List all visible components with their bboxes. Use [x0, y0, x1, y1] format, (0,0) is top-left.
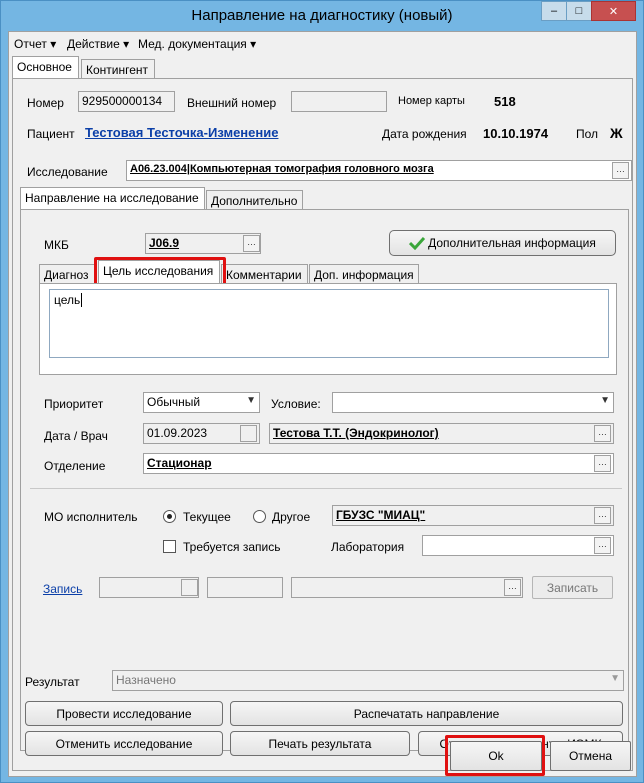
divider: [30, 488, 622, 489]
record-required-checkbox[interactable]: [163, 540, 176, 553]
birth-label: Дата рождения: [382, 127, 467, 141]
highlight-ok-button: [445, 735, 545, 776]
laboratory-field[interactable]: [422, 535, 614, 556]
record-browse-icon: …: [504, 579, 521, 596]
result-select: Назначено ▼: [112, 670, 624, 691]
doctor-field[interactable]: Тестова Т.Т. (Эндокринолог): [269, 423, 614, 444]
chevron-down-icon: ▼: [610, 673, 620, 684]
calendar-icon[interactable]: [240, 425, 257, 442]
record-slot-field: [291, 577, 523, 598]
chevron-down-icon: ▼: [600, 395, 610, 406]
minimize-button[interactable]: –: [541, 1, 567, 21]
mkb-label: МКБ: [44, 238, 69, 252]
extra-info-button[interactable]: Дополнительная информация: [389, 230, 616, 256]
title-bar[interactable]: Направление на диагностику (новый) – □ ✕: [1, 1, 643, 31]
mkb-browse-icon[interactable]: …: [243, 235, 260, 252]
record-calendar-icon: [181, 579, 198, 596]
birth-value: 10.10.1974: [483, 126, 549, 141]
cancel-button[interactable]: Отмена: [550, 741, 631, 771]
mo-browse-icon[interactable]: …: [594, 507, 611, 524]
department-field[interactable]: Стационар: [143, 453, 614, 474]
dialog-window: Направление на диагностику (новый) – □ ✕…: [0, 0, 644, 783]
study-browse-icon[interactable]: …: [612, 162, 629, 179]
menu-action[interactable]: Действие ▾: [67, 37, 129, 51]
ext-number-field[interactable]: [291, 91, 387, 112]
tab-direction[interactable]: Направление на исследование: [20, 187, 205, 209]
department-label: Отделение: [44, 459, 106, 473]
maximize-button[interactable]: □: [566, 1, 592, 21]
goal-text: цель: [54, 293, 81, 307]
department-browse-icon[interactable]: …: [594, 455, 611, 472]
number-field[interactable]: 929500000134: [78, 91, 175, 112]
main-panel: Номер 929500000134 Внешний номер Номер к…: [12, 78, 633, 771]
mo-label: МО исполнитель: [44, 510, 138, 524]
record-button: Записать: [532, 576, 613, 599]
menu-bar: Отчет ▾ Действие ▾ Мед. документация ▾: [9, 32, 636, 54]
radio-other-label: Другое: [272, 510, 311, 524]
priority-label: Приоритет: [44, 397, 104, 411]
dialog-client: Отчет ▾ Действие ▾ Мед. документация ▾ О…: [8, 31, 637, 777]
check-icon: [409, 236, 426, 250]
record-link[interactable]: Запись: [43, 582, 82, 596]
tab-contingent[interactable]: Контингент: [81, 59, 155, 78]
conduct-study-button[interactable]: Провести исследование: [25, 701, 223, 726]
condition-label: Условие:: [271, 397, 321, 411]
menu-med-docs[interactable]: Мед. документация ▾: [138, 37, 256, 51]
print-direction-button[interactable]: Распечатать направление: [230, 701, 623, 726]
radio-other[interactable]: [253, 510, 266, 523]
menu-report[interactable]: Отчет ▾: [14, 37, 56, 51]
laboratory-browse-icon[interactable]: …: [594, 537, 611, 554]
card-label: Номер карты: [398, 95, 465, 107]
mo-field[interactable]: ГБУЗС "МИАЦ": [332, 505, 614, 526]
priority-select[interactable]: Обычный ▼: [143, 392, 260, 413]
condition-select[interactable]: ▼: [332, 392, 614, 413]
date-doctor-label: Дата / Врач: [44, 429, 108, 443]
radio-current[interactable]: [163, 510, 176, 523]
cancel-study-button[interactable]: Отменить исследование: [25, 731, 223, 756]
radio-current-label: Текущее: [183, 510, 231, 524]
tab-extra-info[interactable]: Доп. информация: [309, 264, 419, 283]
study-label: Исследование: [27, 165, 108, 179]
tab-diagnosis[interactable]: Диагноз: [39, 264, 95, 283]
number-label: Номер: [27, 96, 64, 110]
ext-number-label: Внешний номер: [187, 96, 277, 110]
study-field[interactable]: A06.23.004|Компьютерная томография голов…: [126, 160, 632, 181]
record-time-field: [207, 577, 283, 598]
goal-textarea[interactable]: цель: [49, 289, 609, 358]
priority-value: Обычный: [147, 395, 201, 409]
extra-info-label: Дополнительная информация: [428, 236, 596, 250]
result-label: Результат: [25, 675, 80, 689]
doctor-browse-icon[interactable]: …: [594, 425, 611, 442]
sex-label: Пол: [576, 127, 599, 141]
goal-panel: цель: [39, 283, 617, 375]
record-required-label: Требуется запись: [183, 540, 281, 554]
patient-label: Пациент: [27, 127, 75, 141]
close-button[interactable]: ✕: [591, 1, 636, 21]
tab-comments[interactable]: Комментарии: [221, 264, 308, 283]
sex-value: Ж: [610, 125, 623, 141]
print-result-button[interactable]: Печать результата: [230, 731, 410, 756]
result-value: Назначено: [116, 673, 176, 687]
text-cursor: [81, 293, 83, 307]
laboratory-label: Лаборатория: [331, 540, 405, 554]
tab-main[interactable]: Основное: [12, 56, 79, 78]
card-value: 518: [494, 94, 516, 109]
tab-additional[interactable]: Дополнительно: [206, 190, 303, 209]
patient-name-link[interactable]: Тестовая Тесточка-Изменение: [85, 125, 278, 140]
chevron-down-icon: ▼: [246, 395, 256, 406]
